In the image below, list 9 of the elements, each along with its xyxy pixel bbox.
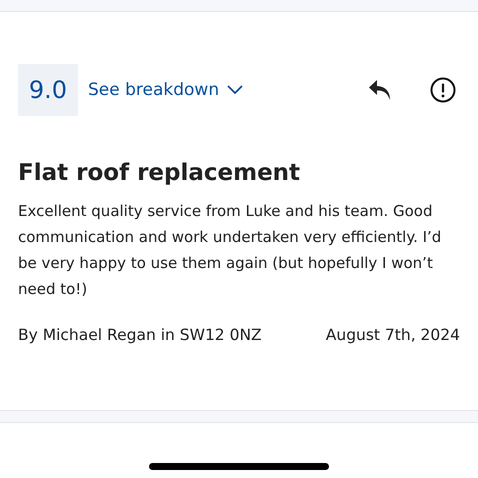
review-date: August 7th, 2024	[326, 326, 460, 344]
review-text: Excellent quality service from Luke and his team. Good communication and work undertaken very efficiently. I’d be very happy to use them again (but hopefully I won’t need to!)	[18, 201, 442, 300]
author-text: By Michael Regan in SW12 0NZ	[18, 326, 262, 344]
chevron-down-icon	[227, 85, 244, 95]
reply-icon[interactable]	[368, 79, 392, 101]
review-title: Flat roof replacement	[18, 160, 302, 186]
score-badge: 9.0	[18, 64, 78, 116]
warning-icon[interactable]	[430, 77, 456, 103]
see-breakdown-link[interactable]: See breakdown	[88, 80, 244, 100]
